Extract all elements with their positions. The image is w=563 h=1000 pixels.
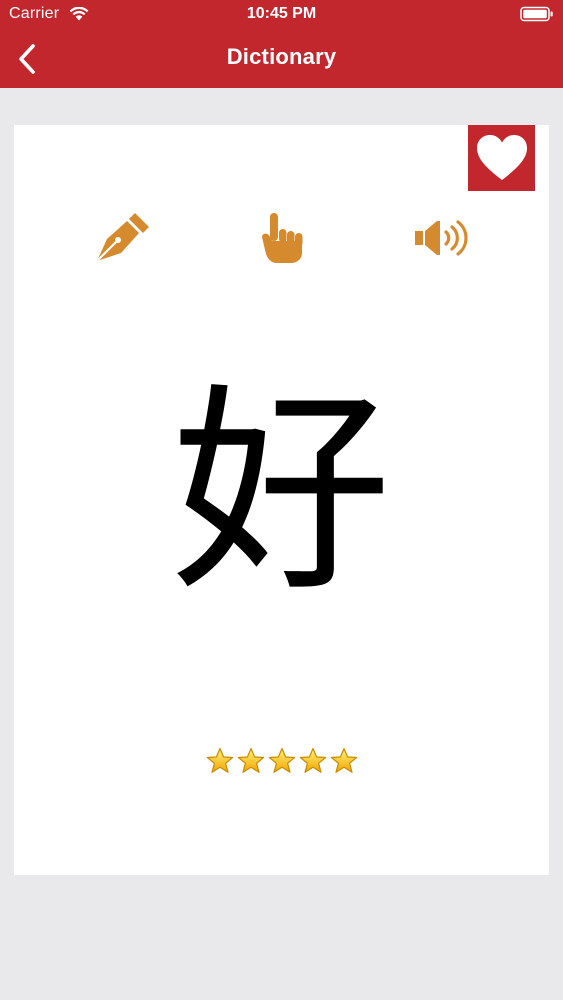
heart-icon <box>476 135 527 180</box>
fountain-pen-icon <box>96 213 149 262</box>
pointing-hand-icon <box>262 213 303 263</box>
battery-icon <box>520 6 553 22</box>
header: Carrier 10:45 PM Dictionary <box>0 0 563 88</box>
nav-bar: Dictionary <box>0 30 563 88</box>
page-title: Dictionary <box>226 44 337 69</box>
star-icon <box>268 747 295 773</box>
write-stroke-button[interactable] <box>90 207 152 269</box>
character-card: 好 <box>14 125 549 875</box>
favorite-button[interactable] <box>468 125 535 191</box>
play-audio-button[interactable] <box>410 207 472 269</box>
hanzi-character: 好 <box>171 365 392 621</box>
touch-practice-button[interactable] <box>251 207 313 269</box>
star-icon <box>237 747 264 773</box>
star-icon <box>206 747 233 773</box>
star-icon <box>330 747 357 773</box>
speaker-icon <box>415 220 468 256</box>
status-time: 10:45 PM <box>246 5 317 22</box>
star-icon <box>299 747 326 773</box>
star-rating <box>14 747 549 779</box>
status-bar: Carrier 10:45 PM <box>0 0 563 30</box>
